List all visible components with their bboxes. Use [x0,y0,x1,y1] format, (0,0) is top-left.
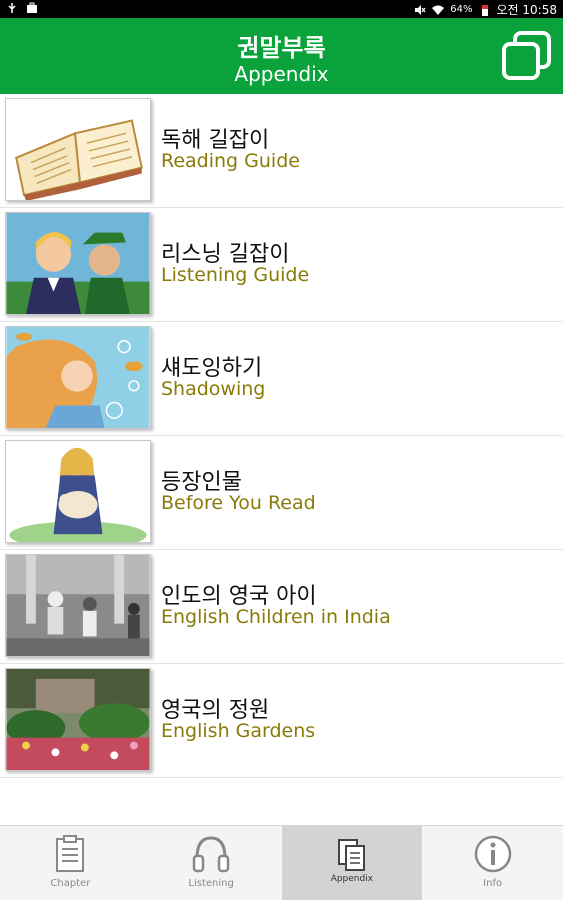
list-item-reading-guide[interactable]: 독해 길잡이 Reading Guide [0,94,563,208]
listening-guide-thumbnail [5,212,151,315]
tab-appendix[interactable]: Appendix [281,826,423,900]
app-screen: 64% 오전 10:58 권말부록 Appendix 독해 길잡이 Readin… [0,0,563,900]
bottom-navigation: Chapter Listening Appendix Info [0,825,563,900]
item-title-english: Reading Guide [161,150,300,172]
list-item-english-gardens[interactable]: 영국의 정원 English Gardens [0,664,563,778]
status-bar: 64% 오전 10:58 [0,0,563,18]
clipboard-icon [56,835,85,872]
usb-icon [8,3,16,13]
status-left [6,2,38,14]
info-icon [474,835,511,873]
app-header: 권말부록 Appendix [0,18,563,94]
tab-label: Listening [188,878,234,889]
english-children-in-india-thumbnail [5,554,151,657]
shadowing-thumbnail [5,326,151,429]
list-item-shadowing[interactable]: 섀도잉하기 Shadowing [0,322,563,436]
tab-label: Info [483,878,503,889]
item-title-english: Listening Guide [161,264,310,286]
appendix-list: 독해 길잡이 Reading Guide 리스닝 길잡이 Listening G [0,94,563,778]
tab-chapter[interactable]: Chapter [0,826,141,900]
tab-info[interactable]: Info [422,826,563,900]
list-item-english-children-in-india[interactable]: 인도의 영국 아이 English Children in India [0,550,563,664]
item-title-english: Before You Read [161,492,316,514]
documents-icon [337,839,365,871]
item-title-english: English Children in India [161,606,391,628]
item-title-english: English Gardens [161,720,316,742]
header-title-korean: 권말부록 [237,34,326,62]
before-you-read-thumbnail [5,440,151,543]
tab-label: Appendix [330,874,374,884]
list-item-listening-guide[interactable]: 리스닝 길잡이 Listening Guide [0,208,563,322]
copy-icon[interactable] [501,30,553,82]
wifi-icon [432,5,445,15]
clock: 오전 10:58 [496,3,557,17]
header-title-english: Appendix [234,62,329,86]
english-gardens-thumbnail [5,668,151,771]
item-title-english: Shadowing [161,378,266,400]
list-item-before-you-read[interactable]: 등장인물 Before You Read [0,436,563,550]
battery-icon [481,4,488,16]
mute-icon [415,4,426,15]
tab-listening[interactable]: Listening [141,826,282,900]
headphones-icon [192,836,230,873]
briefcase-icon [27,2,37,13]
battery-percent: 64% [450,4,473,15]
reading-guide-thumbnail [5,98,151,201]
tab-label: Chapter [50,878,91,889]
status-right: 64% 오전 10:58 [414,1,557,18]
